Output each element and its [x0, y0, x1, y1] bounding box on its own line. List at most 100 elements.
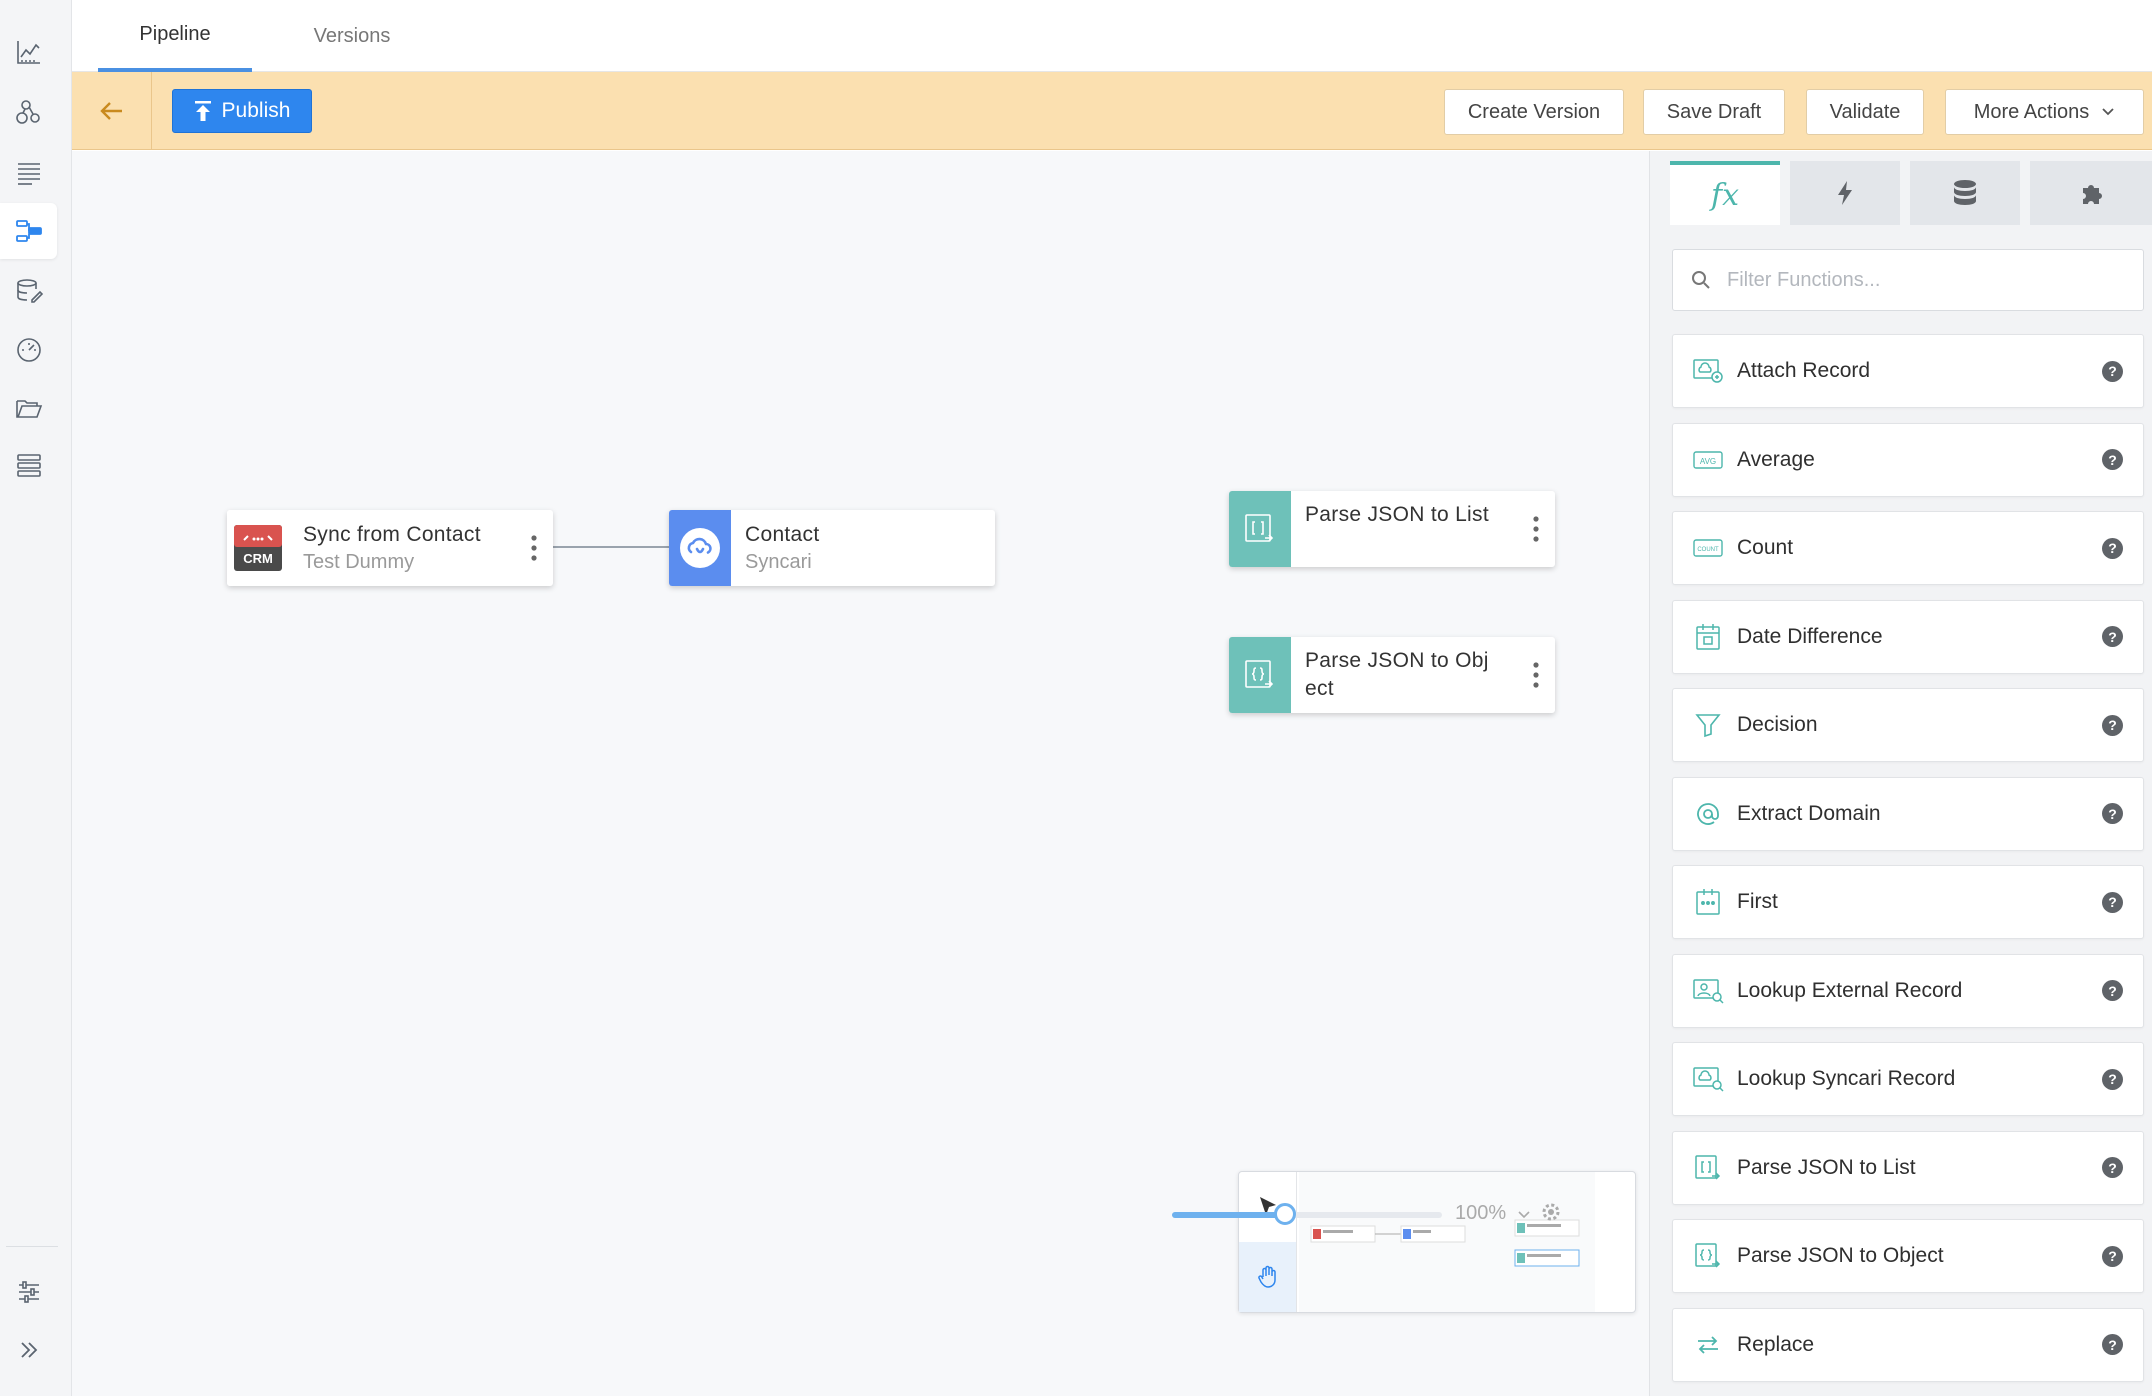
stacked-list-icon — [16, 454, 41, 477]
node-menu-button[interactable] — [1517, 637, 1555, 713]
minimap-viewport[interactable] — [1299, 1172, 1595, 1312]
minimap — [1238, 1171, 1636, 1313]
help-icon[interactable]: ? — [2102, 803, 2123, 824]
function-count[interactable]: COUNT Count ? — [1672, 511, 2144, 585]
help-icon[interactable]: ? — [2102, 1334, 2123, 1355]
pipeline-canvas[interactable]: CRM Sync from Contact Test Dummy Contact… — [72, 151, 1649, 1396]
help-icon[interactable]: ? — [2102, 360, 2123, 382]
filter-functions-input[interactable] — [1727, 268, 2107, 292]
node-sync-from-contact[interactable]: CRM Sync from Contact Test Dummy — [227, 510, 553, 586]
tab-pipeline[interactable]: Pipeline — [98, 0, 252, 72]
tab-functions[interactable]: fx — [1670, 161, 1780, 225]
help-icon[interactable]: ? — [2102, 714, 2123, 736]
nav-data-editor[interactable] — [0, 263, 57, 319]
folder-open-icon — [15, 400, 42, 418]
save-draft-button[interactable]: Save Draft — [1643, 89, 1785, 135]
chevron-down-icon — [2102, 108, 2114, 116]
function-label: Lookup Syncari Record — [1737, 1067, 1956, 1090]
help-icon[interactable]: ? — [2102, 1157, 2123, 1178]
sliders-icon — [18, 1281, 39, 1303]
nav-settings[interactable] — [0, 1264, 57, 1320]
function-label: Count — [1737, 536, 1794, 559]
help-icon[interactable]: ? — [2102, 449, 2123, 470]
node-subtitle: Syncari — [745, 551, 812, 573]
minimap-preview — [1310, 1219, 1580, 1267]
nav-dashboard[interactable] — [0, 24, 57, 80]
node-function-logo — [1229, 491, 1291, 567]
help-icon[interactable]: ? — [2102, 891, 2123, 913]
publish-button[interactable]: Publish — [172, 89, 312, 133]
crm-logo: CRM — [227, 510, 289, 586]
upload-icon — [194, 101, 211, 121]
validate-button[interactable]: Validate — [1806, 89, 1924, 135]
node-title-line2: ect — [1305, 677, 1334, 700]
node-parse-json-to-object[interactable]: Parse JSON to Obj ect — [1229, 637, 1555, 713]
more-actions-label: More Actions — [1973, 100, 2090, 123]
node-title: Sync from Contact — [303, 523, 481, 546]
json-object-icon — [1245, 660, 1274, 688]
node-contact[interactable]: Contact Syncari — [669, 510, 995, 586]
nav-files[interactable] — [0, 380, 57, 436]
node-title: Parse JSON to List — [1305, 503, 1489, 526]
filter-functions-field[interactable] — [1672, 249, 2144, 311]
zoom-slider[interactable] — [1172, 1212, 1442, 1218]
function-decision[interactable]: Decision ? — [1672, 688, 2144, 762]
create-version-button[interactable]: Create Version — [1444, 89, 1624, 135]
function-list: Attach Record ? AVG Average ? COUNT Coun… — [1672, 334, 2144, 1396]
node-menu-button[interactable] — [1517, 491, 1555, 567]
pan-tool-button[interactable] — [1239, 1242, 1296, 1312]
kebab-icon — [531, 535, 537, 561]
nav-monitoring[interactable] — [0, 321, 57, 377]
search-icon — [1692, 271, 1710, 289]
help-icon[interactable]: ? — [2102, 626, 2123, 647]
function-average[interactable]: AVG Average ? — [1672, 422, 2144, 497]
function-lookup-syncari-record[interactable]: Lookup Syncari Record ? — [1672, 1042, 2144, 1116]
nav-logs[interactable] — [0, 438, 57, 494]
zoom-slider-fill — [1172, 1212, 1286, 1218]
function-parse-json-to-list[interactable]: Parse JSON to List ? — [1672, 1130, 2144, 1205]
database-icon — [1954, 180, 1976, 205]
help-icon[interactable]: ? — [2102, 1068, 2123, 1090]
swap-arrows-icon — [1691, 1330, 1725, 1360]
zoom-slider-handle[interactable] — [1274, 1203, 1296, 1225]
gauge-icon — [16, 338, 41, 362]
tab-actions[interactable] — [1790, 161, 1900, 225]
nav-pipelines[interactable] — [0, 203, 57, 259]
function-attach-record[interactable]: Attach Record ? — [1672, 334, 2144, 408]
nav-expand[interactable] — [0, 1322, 57, 1378]
function-label: Extract Domain — [1737, 801, 1881, 825]
left-nav-rail — [0, 0, 72, 1396]
gear-icon[interactable] — [1541, 1202, 1561, 1222]
help-icon[interactable]: ? — [2102, 980, 2123, 1001]
nav-lists[interactable] — [0, 144, 57, 200]
tab-versions[interactable]: Versions — [282, 0, 422, 72]
first-icon — [1691, 887, 1725, 917]
function-extract-domain[interactable]: Extract Domain ? — [1672, 776, 2144, 851]
json-list-icon — [1245, 514, 1274, 542]
more-actions-button[interactable]: More Actions — [1945, 89, 2144, 135]
function-lookup-external-record[interactable]: Lookup External Record ? — [1672, 953, 2144, 1028]
svg-text:COUNT: COUNT — [1697, 547, 1719, 553]
node-text: Contact Syncari — [731, 510, 995, 586]
function-date-difference[interactable]: Date Difference ? — [1672, 599, 2144, 674]
fx-icon: fx — [1710, 177, 1740, 213]
function-first[interactable]: First ? — [1672, 865, 2144, 939]
funnel-icon — [1691, 710, 1725, 740]
help-icon[interactable]: ? — [2102, 537, 2123, 559]
function-parse-json-to-object[interactable]: Parse JSON to Object ? — [1672, 1219, 2144, 1293]
zoom-level[interactable]: 100% — [1455, 1202, 1561, 1225]
help-icon[interactable]: ? — [2102, 1245, 2123, 1267]
rail-divider — [6, 1246, 58, 1247]
function-replace[interactable]: Replace ? — [1672, 1307, 2144, 1382]
nav-entities[interactable] — [0, 84, 57, 140]
node-parse-json-to-list[interactable]: Parse JSON to List — [1229, 491, 1555, 567]
node-menu-button[interactable] — [515, 510, 553, 586]
tab-data[interactable] — [1910, 161, 2020, 225]
tab-extensions[interactable] — [2030, 161, 2152, 225]
node-title: Contact — [745, 523, 820, 546]
syncari-logo — [669, 510, 731, 586]
function-label: Lookup External Record — [1737, 978, 1963, 1002]
node-text: Parse JSON to Obj ect — [1291, 637, 1517, 713]
node-subtitle: Test Dummy — [303, 551, 415, 573]
back-button[interactable] — [72, 72, 152, 150]
